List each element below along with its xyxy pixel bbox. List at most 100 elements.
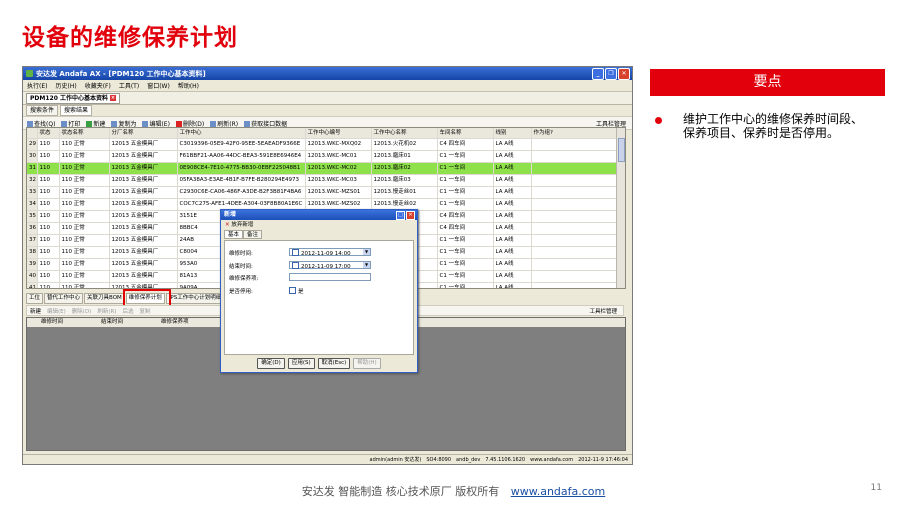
- minimize-icon[interactable]: _: [592, 68, 604, 80]
- cell-workshop: C1 一车间: [437, 282, 494, 288]
- cell-line: LA A线: [493, 258, 532, 271]
- cell-line: LA A线: [493, 186, 532, 199]
- document-tab[interactable]: PDM120 工作中心基本资料 ×: [26, 92, 120, 104]
- start-time-field[interactable]: 2012-11-09 14:00 ▼: [289, 248, 371, 257]
- key-points-text: 维护工作中心的维修保养时间段、保养项目、保养时是否停用。: [683, 112, 864, 140]
- cell-factory: 12013 五金模具厂: [109, 162, 178, 175]
- copy-icon: [111, 120, 118, 127]
- end-time-field[interactable]: 2012-11-09 17:00 ▼: [289, 261, 371, 270]
- cell-marker: 39: [27, 258, 38, 271]
- cancel-new-button[interactable]: 放弃新增: [231, 222, 253, 228]
- cell-factory: 12013 五金模具厂: [109, 270, 178, 283]
- col-end-time[interactable]: 结束时间: [87, 318, 147, 327]
- tab-tool-bom[interactable]: 关联刀具BOM: [84, 293, 125, 304]
- menu-window[interactable]: 窗口(W): [147, 81, 170, 90]
- menu-help[interactable]: 帮助(H): [178, 81, 199, 90]
- dialog-titlebar: 新增 □ ✕: [221, 210, 417, 220]
- menu-tools[interactable]: 工具(T): [119, 81, 139, 90]
- col-status-name[interactable]: 状态名称: [59, 128, 110, 139]
- table-row[interactable]: 31 110 110 正常 12013 五金模具厂 0E908CE4-7E10-4775…: [27, 162, 624, 175]
- menu-history[interactable]: 历史(H): [55, 81, 76, 90]
- grid-scroll-thumb[interactable]: [618, 138, 625, 162]
- cell-status-name: 110 正常: [59, 258, 110, 271]
- col-status[interactable]: 状态: [37, 128, 60, 139]
- cell-marker: 35: [27, 210, 38, 223]
- dialog-close-icon[interactable]: ✕: [406, 211, 415, 220]
- cell-status: 110: [37, 222, 60, 235]
- dialog-tab-basic[interactable]: 基本: [224, 230, 244, 239]
- detail-new-button[interactable]: 新建: [30, 307, 41, 315]
- stop-use-checkbox[interactable]: 是: [289, 287, 304, 295]
- grid-scrollbar[interactable]: [616, 128, 625, 288]
- table-row[interactable]: 33 110 110 正常 12013 五金模具厂 C2930C6E-CA06-486F…: [27, 186, 624, 199]
- app-logo-icon: [26, 70, 33, 77]
- col-maintenance-item[interactable]: 维修保养项: [147, 318, 207, 327]
- detail-select-button[interactable]: 后选: [122, 307, 133, 315]
- col-workcenter[interactable]: 工作中心: [177, 128, 306, 139]
- cell-factory: 12013 五金模具厂: [109, 234, 178, 247]
- maintenance-item-field[interactable]: [289, 273, 371, 281]
- cell-line: LA A线: [493, 246, 532, 259]
- col-repair-time[interactable]: 维修时间: [27, 318, 87, 327]
- dialog-maximize-icon[interactable]: □: [396, 211, 405, 220]
- cell-factory: 12013 五金模具厂: [109, 174, 178, 187]
- table-row[interactable]: 29 110 110 正常 12013 五金模具厂 C3019396-05E9-42F0…: [27, 138, 624, 151]
- tab-alternate-center[interactable]: 替代工作中心: [44, 293, 84, 304]
- cell-as-group: [531, 174, 624, 187]
- help-button[interactable]: 帮助(H): [353, 358, 381, 369]
- menu-execute[interactable]: 执行(E): [27, 81, 47, 90]
- cell-marker: 34: [27, 198, 38, 211]
- cell-line: LA A线: [493, 210, 532, 223]
- col-as-group[interactable]: 作为组?: [531, 128, 624, 139]
- cell-status: 110: [37, 198, 60, 211]
- status-server: SO4:8090: [426, 456, 452, 463]
- document-tab-label: PDM120 工作中心基本资料: [30, 94, 108, 102]
- col-workcenter-no[interactable]: 工作中心编号: [305, 128, 372, 139]
- table-row[interactable]: 32 110 110 正常 12013 五金模具厂 05FA38A3-E3AE-4B1F…: [27, 174, 624, 187]
- table-row[interactable]: 30 110 110 正常 12013 五金模具厂 F61BBF21-AA06-44DC…: [27, 150, 624, 163]
- start-time-checkbox[interactable]: [292, 249, 299, 256]
- cell-status-name: 110 正常: [59, 174, 110, 187]
- detail-toolbar-manage-button[interactable]: 工具栏管理: [589, 307, 617, 315]
- col-workcenter-name[interactable]: 工作中心名称: [371, 128, 438, 139]
- cell-status: 110: [37, 186, 60, 199]
- stop-use-label: 是否停用:: [229, 289, 253, 295]
- cell-line: LA A线: [493, 150, 532, 163]
- detail-edit-button[interactable]: 编辑(E): [47, 307, 66, 315]
- close-icon[interactable]: ✕: [618, 68, 630, 80]
- ok-button[interactable]: 确定(D): [257, 358, 285, 369]
- tab-ips-plan-detail[interactable]: IPS工作中心计划明细: [165, 293, 225, 304]
- cancel-button[interactable]: 取消(Esc): [317, 358, 351, 369]
- col-factory[interactable]: 分厂名称: [109, 128, 178, 139]
- restore-icon[interactable]: ❐: [605, 68, 617, 80]
- cell-workcenter-name: 12013.磨床03: [371, 174, 438, 187]
- cell-line: LA A线: [493, 138, 532, 151]
- detail-refresh-button[interactable]: 刷新(R): [97, 307, 116, 315]
- cell-as-group: [531, 198, 624, 211]
- tab-close-icon[interactable]: ×: [109, 95, 116, 101]
- tab-station[interactable]: 工位: [26, 293, 44, 304]
- tab-search-criteria[interactable]: 搜索条件: [26, 105, 59, 116]
- footer-link[interactable]: www.andafa.com: [511, 485, 606, 498]
- cell-status: 110: [37, 258, 60, 271]
- dialog-tab-remarks[interactable]: 备注: [243, 230, 263, 239]
- status-user: admin(admin 安达发): [369, 457, 422, 463]
- cell-status: 110: [37, 210, 60, 223]
- chevron-down-icon[interactable]: ▼: [363, 262, 370, 268]
- detail-copy-button[interactable]: 复制: [139, 307, 150, 315]
- col-line[interactable]: 线别: [493, 128, 532, 139]
- end-time-checkbox[interactable]: [292, 262, 299, 269]
- cell-as-group: [531, 210, 624, 223]
- cell-line: LA A线: [493, 174, 532, 187]
- cell-workcenter-no: 12013.WKC-MC03: [305, 174, 372, 187]
- slide-title: 设备的维修保养计划: [22, 25, 238, 51]
- document-tabbar: PDM120 工作中心基本资料 ×: [23, 92, 632, 105]
- apply-button[interactable]: 应用(S): [287, 358, 315, 369]
- detail-delete-button[interactable]: 删除(D): [72, 307, 92, 315]
- cell-workshop: C1 一车间: [437, 186, 494, 199]
- tab-search-results[interactable]: 搜索结果: [60, 105, 93, 116]
- chevron-down-icon[interactable]: ▼: [363, 249, 370, 255]
- key-points-header: 要点: [650, 69, 885, 96]
- col-workshop[interactable]: 车间名称: [437, 128, 494, 139]
- menu-favorites[interactable]: 收藏夹(F): [85, 81, 111, 90]
